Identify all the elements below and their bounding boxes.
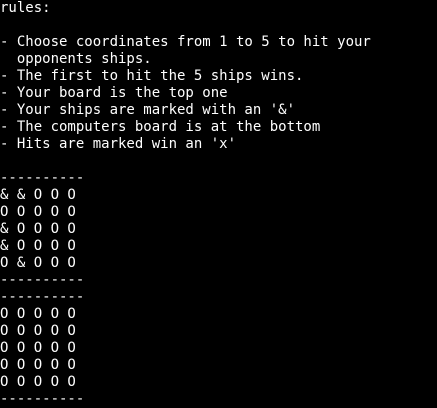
computer-board-row-1: O O O O O — [0, 306, 76, 322]
rule-line-6: - Hits are marked win an 'x' — [0, 136, 237, 152]
player-board-row-2: O O O O O — [0, 204, 76, 220]
computer-board-border-top: ---------- — [0, 289, 85, 305]
player-board-border-top: ---------- — [0, 170, 85, 186]
rule-line-1-continued: opponents ships. — [0, 51, 152, 67]
computer-board-row-5: O O O O O — [0, 374, 76, 390]
rule-line-4: - Your ships are marked with an '&' — [0, 102, 296, 118]
rule-line-2: - The first to hit the 5 ships wins. — [0, 68, 304, 84]
rule-line-5: - The computers board is at the bottom — [0, 119, 321, 135]
computer-board-row-2: O O O O O — [0, 323, 76, 339]
player-board-row-5: O & O O O — [0, 255, 76, 271]
player-board-row-1: & & O O O — [0, 187, 76, 203]
player-board-border-bottom: ---------- — [0, 272, 85, 288]
computer-board-row-3: O O O O O — [0, 340, 76, 356]
computer-board-row-4: O O O O O — [0, 357, 76, 373]
terminal-window[interactable]: rules: - Choose coordinates from 1 to 5 … — [0, 0, 437, 408]
rule-line-3: - Your board is the top one — [0, 85, 228, 101]
player-board-row-3: & O O O O — [0, 221, 76, 237]
player-board-row-4: & O O O O — [0, 238, 76, 254]
rule-line-1: - Choose coordinates from 1 to 5 to hit … — [0, 34, 371, 50]
rules-header: rules: — [0, 0, 51, 16]
computer-board-border-bottom: ---------- — [0, 391, 85, 407]
